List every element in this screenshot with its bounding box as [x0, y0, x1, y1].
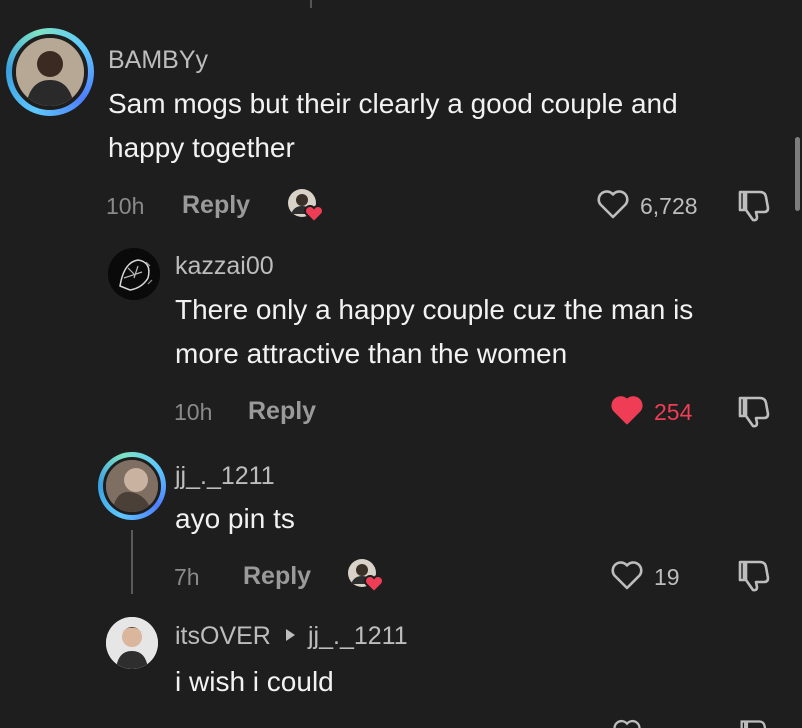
- heart-outline-icon: [597, 190, 629, 219]
- comment-text: Sam mogs but their clearly a good couple…: [108, 82, 678, 170]
- comment-text: There only a happy couple cuz the man is…: [175, 288, 693, 376]
- creator-liked-badge: [286, 186, 326, 226]
- avatar[interactable]: [103, 457, 161, 515]
- heart-outline-icon[interactable]: [612, 718, 642, 728]
- divider-tick: [310, 0, 312, 8]
- comment-text: i wish i could: [175, 660, 334, 704]
- comment-username[interactable]: jj_._1211: [175, 462, 275, 491]
- avatar[interactable]: [108, 248, 160, 300]
- like-button[interactable]: [596, 188, 630, 220]
- comment-username[interactable]: itsOVER: [175, 622, 271, 651]
- thumbs-down-icon: [738, 560, 770, 592]
- creator-avatar-icon: [348, 559, 384, 594]
- heart-filled-icon: [611, 396, 643, 425]
- scrollbar[interactable]: [795, 137, 800, 211]
- comment-time: 10h: [174, 399, 213, 425]
- reply-to-username[interactable]: jj_._1211: [308, 622, 408, 651]
- reply-button[interactable]: Reply: [243, 562, 311, 591]
- reply-button[interactable]: Reply: [182, 191, 250, 220]
- dislike-button[interactable]: [736, 558, 772, 592]
- comment-time: 7h: [174, 564, 200, 590]
- comment-text-line: i wish i could: [175, 666, 334, 697]
- thumbs-down-icon: [738, 396, 770, 428]
- dislike-button[interactable]: [736, 188, 772, 222]
- thumbs-down-icon[interactable]: [738, 718, 770, 728]
- avatar[interactable]: [106, 617, 158, 669]
- reply-button[interactable]: Reply: [248, 397, 316, 426]
- like-count: 19: [654, 564, 680, 590]
- comment-text-line: There only a happy couple cuz the man is: [175, 294, 694, 325]
- creator-avatar-icon: [288, 189, 324, 224]
- comment-text-line: Sam mogs but their clearly a good couple…: [108, 88, 678, 119]
- like-button[interactable]: [610, 559, 644, 591]
- heart-outline-icon: [611, 561, 643, 590]
- comment-username[interactable]: kazzai00: [175, 252, 274, 281]
- comment-text-line: more attractive than the women: [175, 338, 568, 369]
- comment-text-line: ayo pin ts: [175, 503, 295, 534]
- creator-liked-badge: [346, 556, 386, 596]
- comment-time: 10h: [106, 193, 145, 219]
- thread-line: [131, 530, 133, 594]
- thumbs-down-icon: [738, 190, 770, 222]
- reply-arrow-icon: [286, 629, 295, 641]
- like-button[interactable]: [610, 394, 644, 426]
- comment-text-line: happy together: [108, 132, 295, 163]
- comment-text: ayo pin ts: [175, 497, 295, 541]
- avatar[interactable]: [12, 34, 88, 110]
- dislike-button[interactable]: [736, 394, 772, 428]
- like-count: 254: [654, 399, 693, 425]
- like-count: 6,728: [640, 193, 698, 219]
- comment-username[interactable]: BAMBYy: [108, 46, 208, 75]
